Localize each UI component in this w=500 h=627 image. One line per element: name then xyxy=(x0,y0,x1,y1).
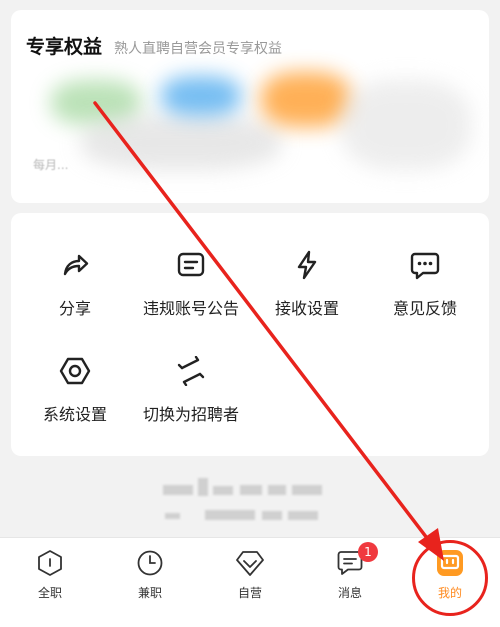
benefits-footer-text: 每月... xyxy=(33,158,69,172)
share-label: 分享 xyxy=(58,299,91,318)
benefits-subtitle: 熟人直聘自营会员专享权益 xyxy=(114,41,283,57)
violation-notice-label: 违规账号公告 xyxy=(142,299,239,318)
share-item[interactable]: 分享 xyxy=(15,247,135,319)
tab-self-run-label: 自营 xyxy=(237,586,262,600)
lightning-icon xyxy=(289,247,325,283)
switch-recruiter-item[interactable]: 切换为招聘者 xyxy=(131,353,251,425)
tab-self-run[interactable]: 自营 xyxy=(200,548,300,601)
share-icon xyxy=(57,247,93,283)
switch-recruiter-label: 切换为招聘者 xyxy=(142,405,239,424)
tab-messages-label: 消息 xyxy=(337,586,362,600)
receive-settings-label: 接收设置 xyxy=(274,299,339,318)
benefits-title: 专享权益 xyxy=(26,36,103,58)
fulltime-icon xyxy=(35,548,65,578)
blurred-benefit-gray xyxy=(81,115,281,170)
settings-card: 分享 违规账号公告 接收设置 意见反馈 系统设置 切换为招聘者 xyxy=(11,213,489,456)
benefits-card[interactable]: 专享权益 熟人直聘自营会员专享权益 每月... xyxy=(11,10,489,203)
violation-notice-item[interactable]: 违规账号公告 xyxy=(131,247,251,319)
diamond-icon xyxy=(235,548,265,578)
system-settings-item[interactable]: 系统设置 xyxy=(15,353,135,425)
feedback-item[interactable]: 意见反馈 xyxy=(365,247,485,319)
notice-icon xyxy=(173,247,209,283)
tab-parttime[interactable]: 兼职 xyxy=(100,548,200,601)
tab-messages[interactable]: 1 消息 xyxy=(300,542,400,601)
tab-fulltime-label: 全职 xyxy=(37,586,62,600)
tab-parttime-label: 兼职 xyxy=(137,586,162,600)
message-badge: 1 xyxy=(358,542,378,562)
feedback-icon xyxy=(407,247,443,283)
tab-fulltime[interactable]: 全职 xyxy=(0,548,100,601)
highlight-circle xyxy=(412,540,488,616)
feedback-label: 意见反馈 xyxy=(392,299,457,318)
settings-hex-icon xyxy=(57,353,93,389)
clock-icon xyxy=(135,548,165,578)
switch-arrows-icon xyxy=(173,353,209,389)
system-settings-label: 系统设置 xyxy=(42,405,107,424)
blurred-benefit-blue xyxy=(161,76,241,116)
blurred-benefit-right xyxy=(341,80,471,170)
receive-settings-item[interactable]: 接收设置 xyxy=(247,247,367,319)
benefits-header: 专享权益 熟人直聘自营会员专享权益 xyxy=(26,32,282,59)
blurred-benefit-orange xyxy=(261,72,351,127)
